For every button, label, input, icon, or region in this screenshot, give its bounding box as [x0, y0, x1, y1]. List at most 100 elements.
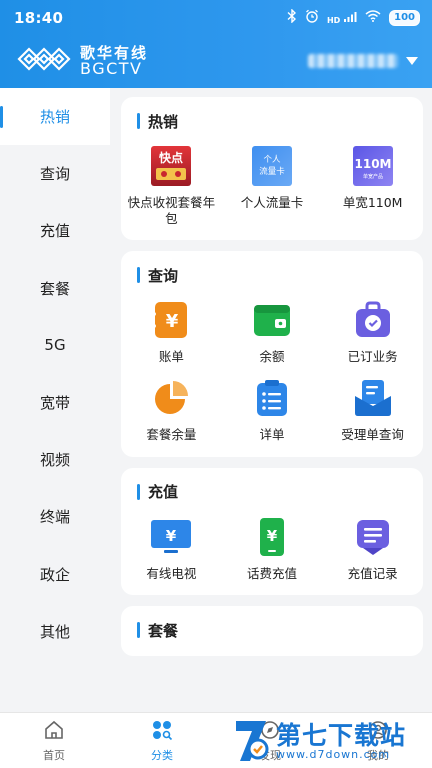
wallet-icon: [251, 299, 293, 341]
category-content: 热销 快点 快点收视套餐年包 个人 流量卡 个人流量卡 110M 单宽产品 单宽…: [121, 97, 423, 712]
tile-balance[interactable]: 余额: [222, 299, 323, 365]
data-card-icon: 个人 流量卡: [251, 145, 293, 187]
tile-broadband-110m[interactable]: 110M 单宽产品 单宽110M: [322, 145, 423, 226]
section-title: 热销: [121, 109, 423, 133]
svg-text:流量卡: 流量卡: [259, 166, 285, 177]
sidebar-item-5g[interactable]: 5G: [0, 317, 110, 374]
title-accent-bar: [137, 113, 140, 129]
sidebar-item-label: 充值: [39, 222, 70, 241]
bgctv-logo-icon: [16, 44, 74, 78]
sidebar-item-broadband[interactable]: 宽带: [0, 374, 110, 431]
sidebar-item-recharge[interactable]: 充值: [0, 202, 110, 259]
svg-text:¥: ¥: [166, 527, 177, 545]
tile-detail[interactable]: 详单: [222, 377, 323, 443]
section-title-text: 热销: [148, 112, 179, 131]
sidebar-item-video[interactable]: 视频: [0, 431, 110, 488]
tile-label: 有线电视: [146, 565, 197, 581]
hd-signal-icon: HD: [327, 11, 357, 25]
tv-yen-icon: ¥: [150, 516, 192, 558]
tile-subscribed[interactable]: 已订业务: [322, 299, 423, 365]
subscribed-bag-icon: [352, 299, 394, 341]
bill-icon: ¥: [150, 299, 192, 341]
status-bar: 18:40 HD 100: [0, 0, 432, 38]
tile-label: 话费充值: [246, 565, 297, 581]
broadband-badge-text: 110M: [354, 157, 391, 171]
account-switcher[interactable]: [308, 54, 418, 68]
title-accent-bar: [137, 622, 140, 639]
phone-yen-icon: ¥: [251, 516, 293, 558]
tile-phone-recharge[interactable]: ¥ 话费充值: [222, 516, 323, 582]
sidebar-item-label: 热销: [39, 108, 70, 127]
kuaidian-package-icon: 快点: [150, 145, 192, 187]
tile-kuaidian-package[interactable]: 快点 快点收视套餐年包: [121, 145, 222, 226]
sidebar-item-hot[interactable]: 热销: [0, 88, 110, 146]
section-title: 套餐: [121, 618, 423, 642]
status-time: 18:40: [14, 9, 64, 27]
tile-data-card[interactable]: 个人 流量卡 个人流量卡: [222, 145, 323, 226]
pie-chart-icon: [150, 377, 192, 419]
sidebar-item-package[interactable]: 套餐: [0, 260, 110, 317]
section-hot: 热销 快点 快点收视套餐年包 个人 流量卡 个人流量卡 110M 单宽产品 单宽…: [121, 97, 423, 241]
masked-account-number: [308, 54, 398, 68]
wifi-icon: [365, 10, 381, 25]
section-package: 套餐: [121, 606, 423, 657]
tab-label: 分类: [151, 748, 173, 762]
svg-text:个人: 个人: [263, 155, 281, 165]
tile-label: 账单: [158, 349, 184, 365]
checklist-icon: [251, 377, 293, 419]
alarm-icon: [305, 9, 319, 26]
category-grid-icon: [151, 719, 173, 744]
tile-recharge-record[interactable]: 充值记录: [322, 516, 423, 582]
title-accent-bar: [137, 267, 140, 284]
tile-cable-tv[interactable]: ¥ 有线电视: [121, 516, 222, 582]
tile-label: 充值记录: [347, 565, 398, 581]
sidebar-item-terminal[interactable]: 终端: [0, 488, 110, 545]
tile-label: 详单: [259, 426, 285, 442]
tile-order-query[interactable]: 受理单查询: [322, 377, 423, 443]
hd-label: HD: [326, 15, 341, 25]
chevron-down-icon: [406, 57, 418, 65]
tile-label: 个人流量卡: [240, 195, 304, 210]
home-icon: [43, 719, 65, 744]
sidebar-item-other[interactable]: 其他: [0, 603, 110, 660]
sidebar-item-label: 套餐: [39, 279, 70, 298]
brand-logo: 歌华有线 BGCTV: [16, 44, 148, 78]
sidebar-item-government[interactable]: 政企: [0, 546, 110, 603]
section-title-text: 套餐: [148, 621, 179, 640]
section-query: 查询 ¥ 账单 余额 已订业务 套餐余量 详单 受理单查询: [121, 251, 423, 457]
sidebar-item-label: 终端: [39, 508, 70, 527]
site-watermark: 第七下载站 www.d7down.com: [232, 716, 428, 768]
watermark-title: 第七下载站: [276, 721, 407, 750]
sidebar-item-label: 其他: [39, 622, 70, 641]
tab-home[interactable]: 首页: [0, 713, 108, 768]
tile-label: 套餐余量: [146, 426, 197, 442]
sidebar-item-label: 宽带: [39, 394, 70, 413]
svg-text:¥: ¥: [166, 311, 179, 332]
sidebar-item-label: 5G: [44, 336, 66, 355]
order-envelope-icon: [352, 377, 394, 419]
tile-label: 受理单查询: [341, 426, 404, 442]
kuaidian-badge-text: 快点: [159, 150, 183, 165]
watermark-logo-icon: [232, 717, 272, 767]
category-sidebar: 热销 查询 充值 套餐 5G 宽带 视频 终端 政企 其他: [0, 88, 110, 712]
tile-bill[interactable]: ¥ 账单: [121, 299, 222, 365]
brand-name-en: BGCTV: [80, 58, 143, 78]
sidebar-item-query[interactable]: 查询: [0, 145, 110, 202]
tab-category[interactable]: 分类: [108, 713, 216, 768]
section-title-text: 查询: [148, 266, 179, 285]
app-header: 18:40 HD 100 歌华有线 BGCTV: [0, 0, 432, 88]
sidebar-item-label: 视频: [39, 451, 70, 470]
sidebar-item-label: 政企: [39, 565, 70, 584]
sidebar-item-label: 查询: [39, 165, 70, 184]
tile-label: 快点收视套餐年包: [127, 195, 216, 226]
svg-text:¥: ¥: [267, 527, 278, 545]
section-title: 查询: [121, 263, 423, 287]
tile-label: 余额: [259, 349, 285, 365]
section-recharge: 充值 ¥ 有线电视 ¥ 话费充值 充值记录: [121, 467, 423, 596]
tab-label: 首页: [43, 748, 65, 762]
tile-package-remaining[interactable]: 套餐余量: [121, 377, 222, 443]
section-title-text: 充值: [148, 483, 179, 501]
tile-label: 单宽110M: [342, 195, 403, 210]
record-icon: [352, 516, 394, 558]
status-icons: HD 100: [287, 8, 420, 26]
